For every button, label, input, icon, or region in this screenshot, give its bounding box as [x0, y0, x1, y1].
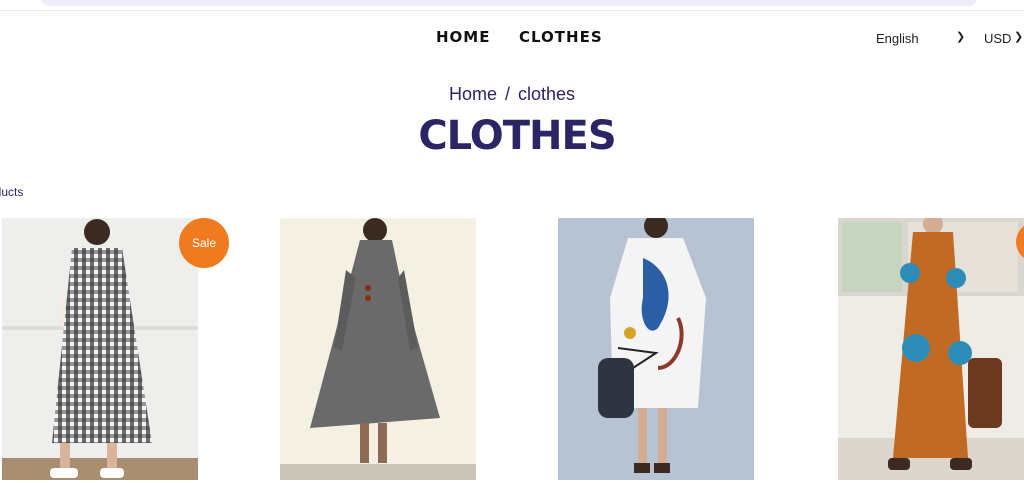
chevron-down-icon: ❯	[1014, 31, 1024, 43]
main-nav: HOME CLOTHES	[0, 28, 1024, 50]
product-image	[2, 218, 198, 480]
language-value: English	[876, 31, 919, 46]
nav-home[interactable]: HOME	[436, 28, 490, 46]
product-card[interactable]	[838, 218, 1024, 480]
product-image	[558, 218, 754, 480]
header-divider	[0, 10, 1024, 11]
breadcrumb-separator: /	[504, 84, 510, 104]
breadcrumb-current: clothes	[517, 84, 576, 104]
breadcrumb: Home / clothes	[0, 84, 1024, 105]
sale-badge: Sale	[179, 218, 229, 268]
product-image	[838, 218, 1024, 480]
chevron-down-icon: ❯	[956, 31, 966, 43]
product-card[interactable]	[2, 218, 198, 480]
product-card[interactable]	[280, 218, 476, 480]
top-bar	[0, 0, 1024, 10]
products-label: oducts	[0, 185, 24, 199]
page-title: CLOTHES	[418, 113, 616, 159]
search-bar[interactable]	[40, 0, 978, 6]
language-select[interactable]: English ❯	[876, 31, 968, 46]
currency-select[interactable]: USD ❯	[984, 31, 1024, 46]
breadcrumb-home-link[interactable]: Home	[449, 84, 497, 104]
currency-value: USD	[984, 31, 1012, 46]
nav-clothes[interactable]: CLOTHES	[519, 28, 603, 46]
product-image	[280, 218, 476, 480]
product-card[interactable]	[558, 218, 754, 480]
